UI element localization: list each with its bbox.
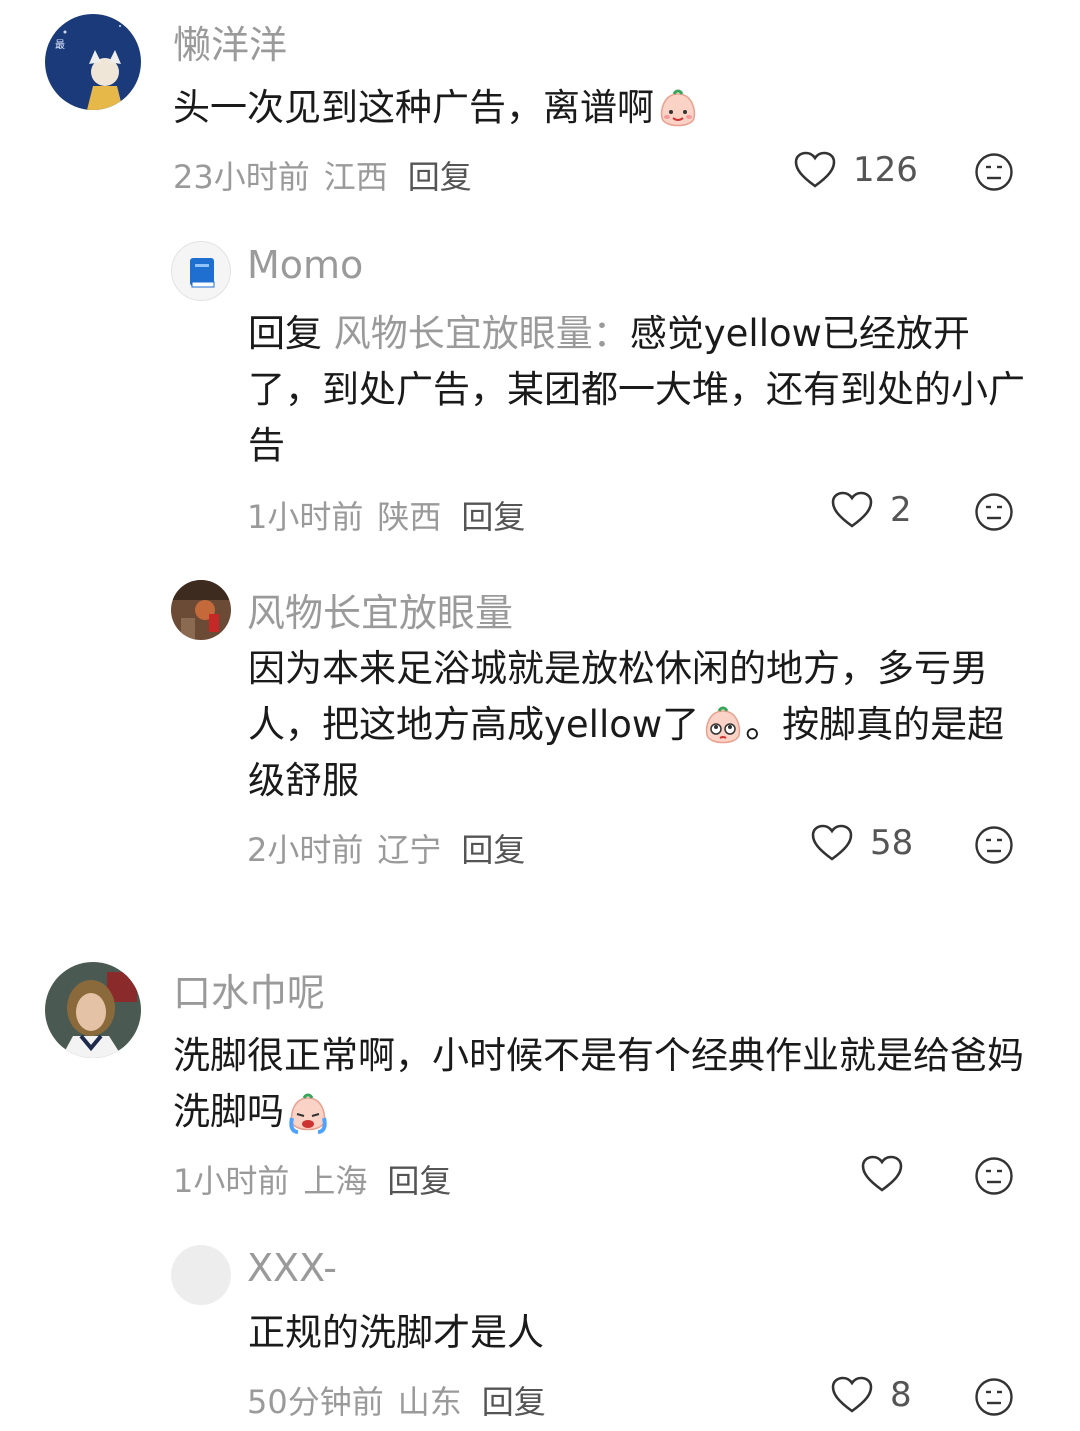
reply-target-username[interactable]: 风物长宜放眼量： — [334, 312, 630, 355]
comment-meta: 50分钟前 山东 回复 — [247, 1377, 560, 1423]
like-count: 8 — [890, 1375, 912, 1415]
like-count: 58 — [870, 823, 914, 863]
location: 上海 — [303, 1162, 368, 1200]
reply-button[interactable]: 回复 — [387, 1162, 451, 1200]
avatar[interactable] — [171, 241, 231, 301]
meh-face-icon[interactable] — [974, 152, 1014, 192]
location: 山东 — [397, 1383, 462, 1421]
heart-outline-icon — [831, 1376, 873, 1413]
like-button[interactable]: 8 — [830, 1375, 912, 1415]
svg-text:最: 最 — [55, 39, 65, 51]
avatar[interactable]: 最 — [45, 14, 141, 110]
like-count: 2 — [890, 490, 912, 530]
time: 2小时前 — [247, 831, 364, 869]
meh-face-icon[interactable] — [974, 492, 1014, 532]
like-button[interactable] — [860, 1154, 920, 1194]
meh-face-icon[interactable] — [974, 1156, 1014, 1196]
like-button[interactable]: 2 — [830, 490, 912, 530]
avatar[interactable] — [171, 580, 231, 640]
meh-face-icon[interactable] — [974, 825, 1014, 865]
username[interactable]: XXX- — [247, 1246, 337, 1290]
like-button[interactable]: 58 — [810, 823, 913, 863]
comment-text: 正规的洗脚才是人 — [248, 1311, 544, 1354]
username[interactable]: 口水巾呢 — [173, 962, 325, 1017]
comment-meta: 1小时前 上海 回复 — [173, 1156, 465, 1202]
username[interactable]: 懒洋洋 — [173, 14, 287, 69]
time: 1小时前 — [247, 498, 364, 536]
time: 23小时前 — [173, 158, 310, 196]
reply-button[interactable]: 回复 — [408, 158, 472, 196]
heart-outline-icon — [861, 1155, 903, 1192]
comment-meta: 1小时前 陕西 回复 — [247, 492, 539, 538]
time: 1小时前 — [173, 1162, 290, 1200]
comment-1: 最 懒洋洋 头一次见到这种广告，离谱啊 23小时前 江西 回复 126 — [0, 0, 1080, 220]
username[interactable]: Momo — [247, 243, 363, 287]
location: 辽宁 — [377, 831, 442, 869]
comment-meta: 2小时前 辽宁 回复 — [247, 825, 539, 871]
reply-prefix: 回复 — [248, 312, 322, 355]
reply-button[interactable]: 回复 — [461, 831, 525, 869]
comment-text: 因为本来足浴城就是放松休闲的地方，多亏男人，把这地方高成yellow了 。按脚真… — [248, 647, 1005, 802]
peach-crying-emoji-icon — [286, 1092, 330, 1136]
heart-outline-icon — [811, 824, 853, 861]
comment-meta: 23小时前 江西 回复 — [173, 152, 486, 198]
avatar[interactable] — [171, 1245, 231, 1305]
peach-eyes-emoji-icon — [701, 705, 745, 749]
like-button[interactable]: 126 — [793, 150, 918, 190]
reply-button[interactable]: 回复 — [461, 498, 525, 536]
time: 50分钟前 — [247, 1383, 384, 1421]
avatar[interactable] — [45, 962, 141, 1058]
comment-text: 洗脚很正常啊，小时候不是有个经典作业就是给爸妈洗脚吗 — [173, 1028, 1033, 1140]
comment-text: 头一次见到这种广告，离谱啊 — [173, 80, 1033, 136]
heart-outline-icon — [794, 151, 836, 188]
heart-outline-icon — [831, 491, 873, 528]
location: 江西 — [323, 158, 388, 196]
reply-button[interactable]: 回复 — [482, 1383, 546, 1421]
username[interactable]: 风物长宜放眼量 — [247, 582, 513, 637]
meh-face-icon[interactable] — [974, 1377, 1014, 1417]
like-count: 126 — [853, 150, 918, 190]
peach-smile-emoji-icon — [656, 88, 700, 132]
location: 陕西 — [377, 498, 442, 536]
comment-text: 回复 风物长宜放眼量：感觉yellow已经放开了，到处广告，某团都一大堆，还有到… — [248, 312, 1025, 467]
